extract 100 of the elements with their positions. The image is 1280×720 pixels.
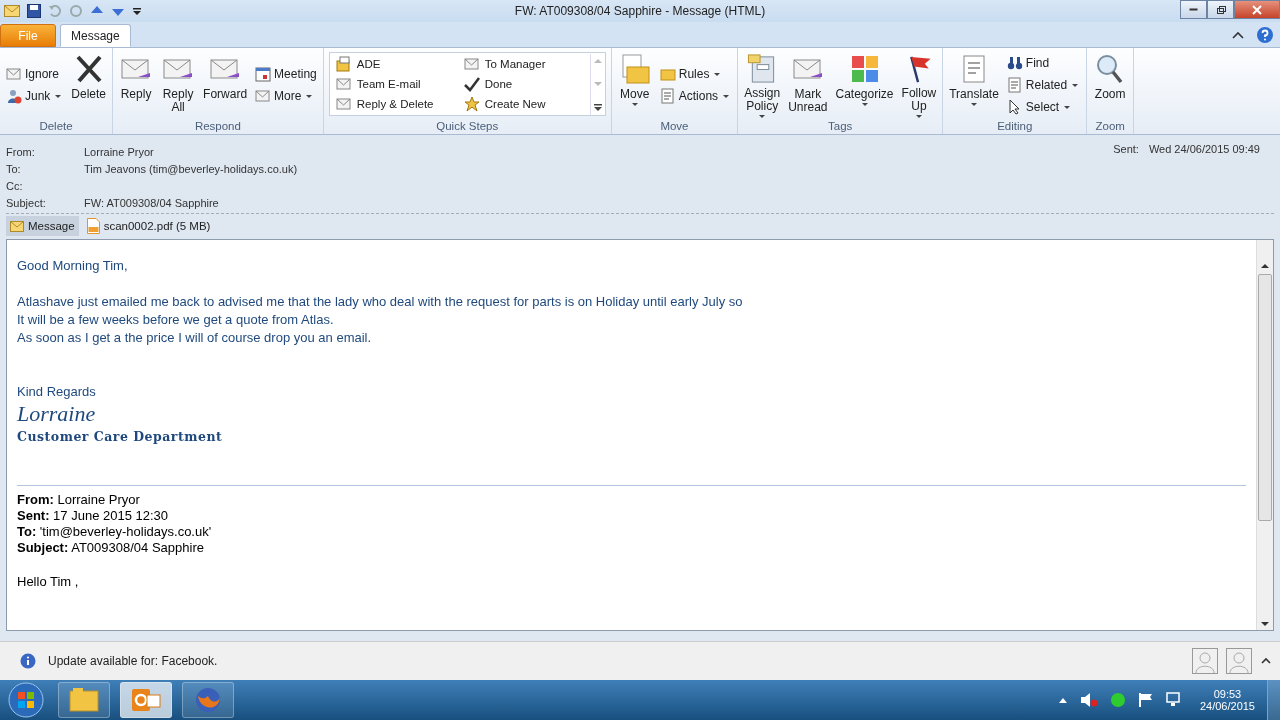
- envelope-icon: [4, 5, 20, 17]
- quick-step-item[interactable]: Create New: [461, 94, 580, 114]
- ribbon-button[interactable]: Related: [1003, 74, 1084, 96]
- start-button[interactable]: [8, 682, 44, 718]
- signature-department: Customer Care Department: [17, 428, 224, 446]
- mail-app-icon: [131, 687, 161, 713]
- restore-button[interactable]: [1207, 0, 1234, 19]
- ribbon-button[interactable]: Rules: [656, 63, 735, 85]
- close-button[interactable]: [1234, 0, 1280, 19]
- field-value: Wed 24/06/2015 09:49: [1148, 143, 1260, 155]
- group-label: Respond: [193, 120, 242, 134]
- caret-icon: [55, 94, 62, 98]
- taskbar-app[interactable]: [58, 682, 110, 718]
- envelope-icon: [335, 96, 352, 112]
- caret-icon: [631, 103, 638, 106]
- person-icon: [1192, 648, 1218, 674]
- group-label: Move: [659, 120, 690, 134]
- folder-icon: [659, 66, 676, 82]
- body-text: Hello Tim ,: [17, 574, 80, 590]
- folder-icon: [335, 56, 352, 72]
- customize-icon[interactable]: [132, 5, 142, 17]
- speaker-muted-icon[interactable]: [1079, 692, 1098, 708]
- ribbon-button[interactable]: Actions: [656, 85, 735, 107]
- field-value: FW: AT009308/04 Sapphire: [84, 196, 219, 209]
- collapse-ribbon-icon[interactable]: [1232, 29, 1244, 40]
- pdf-file-icon: [86, 218, 100, 234]
- quick-step-item[interactable]: Team E-mail: [333, 74, 452, 94]
- ribbon-button[interactable]: Move: [614, 50, 655, 120]
- ribbon-button[interactable]: Translate: [946, 50, 1002, 120]
- taskbar-app[interactable]: [182, 682, 234, 718]
- caret-icon: [759, 115, 766, 118]
- group-label: Tags: [827, 120, 854, 134]
- group-label: Delete: [38, 120, 74, 134]
- document-icon: [659, 88, 676, 104]
- ribbon-button[interactable]: Select: [1003, 96, 1084, 118]
- person-icon: [1226, 648, 1252, 674]
- ribbon-button[interactable]: Categorize: [832, 50, 897, 120]
- info-icon: [20, 653, 36, 669]
- tray-arrow-icon[interactable]: [1057, 696, 1068, 704]
- ribbon-button[interactable]: Reply: [116, 50, 157, 120]
- quoted-header-line: Sent: 17 June 2015 12:30: [17, 508, 170, 524]
- document-icon: [1006, 77, 1023, 93]
- ribbon-button[interactable]: Follow Up: [898, 50, 940, 120]
- body-text: Good Morning Tim,: [17, 257, 129, 275]
- quoted-header-line: Subject: AT009308/04 Sapphire: [17, 540, 205, 556]
- caret-icon: [915, 115, 922, 118]
- star-icon: [463, 96, 480, 112]
- ribbon-button[interactable]: Mark Unread: [785, 50, 831, 120]
- field-label: Sent:: [1113, 143, 1139, 155]
- ribbon-button[interactable]: Assign Policy: [741, 50, 784, 120]
- message-tab[interactable]: Message: [6, 216, 79, 236]
- field-label: Cc:: [6, 179, 24, 192]
- ribbon-button[interactable]: Ignore: [3, 63, 67, 85]
- field-value: Lorraine Pryor: [84, 145, 154, 158]
- globe-icon: [194, 686, 222, 714]
- caret-icon: [971, 103, 977, 106]
- taskbar-app[interactable]: [120, 682, 172, 718]
- minimize-icon: [1189, 8, 1198, 11]
- field-label: Subject:: [6, 196, 47, 209]
- quick-step-item[interactable]: Done: [461, 74, 580, 94]
- ribbon-button[interactable]: Junk: [3, 85, 67, 107]
- clock-date: 24/06/2015: [1199, 700, 1255, 712]
- ribbon-button[interactable]: Reply All: [158, 50, 199, 120]
- caret-icon: [723, 94, 730, 98]
- notification-text: Update available for: Facebook.: [48, 654, 218, 668]
- scrollbar[interactable]: [1256, 240, 1273, 630]
- tick-icon: [463, 76, 480, 92]
- signature-name: Lorraine: [17, 401, 97, 427]
- save-icon[interactable]: [27, 4, 41, 18]
- field-label: From:: [6, 145, 36, 158]
- ribbon-button[interactable]: Zoom: [1090, 50, 1131, 120]
- ribbon-button[interactable]: Forward: [200, 50, 251, 120]
- ribbon-button[interactable]: More: [252, 85, 320, 107]
- caret-icon: [861, 103, 868, 106]
- quick-step-item[interactable]: ADE: [333, 54, 452, 74]
- envelope-icon: [6, 66, 22, 82]
- ribbon-tab[interactable]: Message: [60, 24, 131, 47]
- attachment[interactable]: scan0002.pdf (5 MB): [82, 216, 215, 236]
- folder-icon: [69, 687, 99, 713]
- envelope-icon: [10, 220, 24, 232]
- body-text: Kind Regards: [17, 383, 97, 401]
- envelope-icon: [463, 56, 480, 72]
- status-dot-icon[interactable]: [1109, 692, 1126, 708]
- flag-icon[interactable]: [1137, 692, 1154, 708]
- quick-step-item[interactable]: To Manager: [461, 54, 580, 74]
- clock-time: 09:53: [1213, 688, 1242, 700]
- group-label: Zoom: [1094, 120, 1126, 134]
- ribbon-button[interactable]: Meeting: [252, 63, 320, 85]
- expand-gallery-icon[interactable]: [592, 102, 603, 112]
- restore-icon: [1215, 4, 1226, 15]
- window-title: FW: AT009308/04 Sapphire - Message (HTML): [514, 4, 766, 18]
- group-label: Editing: [996, 120, 1034, 134]
- ribbon-button[interactable]: Delete: [68, 50, 110, 120]
- expand-icon[interactable]: [1260, 656, 1272, 666]
- binoculars-icon: [1006, 55, 1023, 71]
- help-icon[interactable]: [1256, 25, 1274, 44]
- group-label: Quick Steps: [435, 120, 500, 134]
- quick-step-item[interactable]: Reply & Delete: [333, 94, 452, 114]
- ribbon-button[interactable]: Find: [1003, 52, 1084, 74]
- field-value: Tim Jeavons (tim@beverley-holidays.co.uk): [84, 162, 298, 175]
